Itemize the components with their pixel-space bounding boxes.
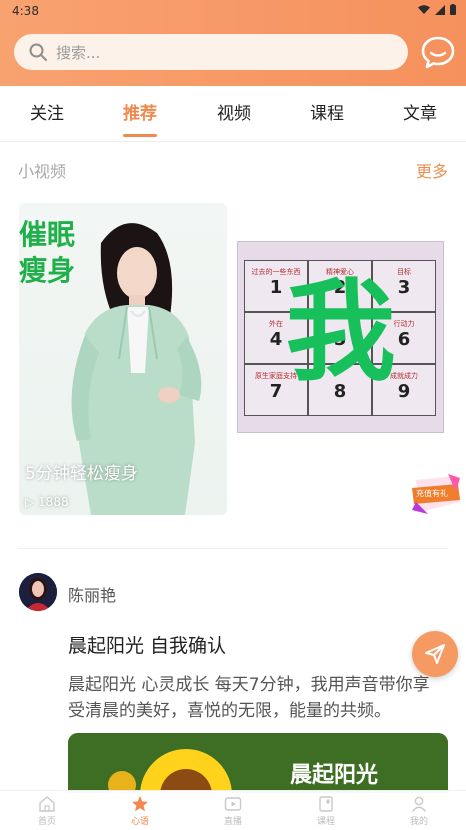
view-count: 1888 (38, 495, 69, 509)
star-icon (132, 796, 148, 812)
bottom-nav: 首页 心语 直播 课程 我的 (0, 790, 466, 830)
tab-bar: 关注 推荐 视频 课程 文章 (0, 86, 466, 142)
search-input[interactable]: 搜索... (14, 34, 408, 70)
tab-follow[interactable]: 关注 (7, 86, 87, 142)
author-name[interactable]: 陈丽艳 (68, 582, 116, 606)
post-image[interactable]: 晨起阳光 (68, 733, 448, 793)
video-caption: 5分钟轻松瘦身 (25, 464, 138, 484)
nav-item-profile[interactable]: 我的 (389, 795, 449, 827)
tab-course[interactable]: 课程 (287, 86, 367, 142)
post-image-text: 晨起阳光 (290, 763, 379, 788)
user-icon (411, 796, 427, 812)
video-views: ▷ 1888 (25, 495, 69, 509)
section-title: 小视频 (18, 162, 67, 181)
nav-item-label: 首页 (37, 817, 56, 827)
nav-item-label: 直播 (223, 817, 242, 827)
search-placeholder: 搜索... (56, 43, 101, 62)
share-button[interactable] (412, 631, 458, 677)
nav-item-live[interactable]: 直播 (203, 795, 263, 827)
wifi-icon (418, 4, 430, 14)
video-overlay-title: 催眠 瘦身 (19, 217, 75, 289)
battery-icon (450, 4, 456, 15)
tab-video[interactable]: 视频 (194, 86, 274, 142)
video-card[interactable]: 催眠 瘦身 5分钟轻松瘦身 ▷ 1888 (19, 203, 227, 515)
avatar[interactable] (19, 573, 57, 611)
more-link[interactable]: 更多 (416, 158, 448, 182)
book-icon (319, 796, 333, 812)
send-icon (425, 644, 445, 664)
video-overlay-line1: 催眠 (19, 218, 76, 251)
nav-item-label: 课程 (316, 817, 335, 827)
message-icon[interactable] (420, 34, 456, 70)
status-bar: 4:38 (0, 0, 466, 22)
nav-item-home[interactable]: 首页 (17, 795, 77, 827)
avatar-image (19, 573, 57, 611)
grid-overlay-character: 我 (285, 268, 396, 396)
video-overlay-line2: 瘦身 (19, 254, 76, 287)
promo-badge[interactable]: 充值有礼 (410, 472, 462, 516)
status-icons (418, 4, 456, 15)
active-tab-indicator (123, 134, 157, 137)
tab-article[interactable]: 文章 (380, 86, 460, 142)
status-time: 4:38 (12, 4, 39, 18)
video-play-icon (224, 797, 242, 811)
video-card[interactable]: 过去的一些东西 1 精神爱心 2 目标 3 外在 4 5 行动力 6 原生家庭支… (237, 241, 444, 433)
play-count-icon: ▷ (25, 495, 39, 509)
nav-item-label: 我的 (409, 817, 428, 827)
post-title[interactable]: 晨起阳光 自我确认 (68, 631, 226, 658)
nav-item-course[interactable]: 课程 (296, 795, 356, 827)
home-icon (39, 796, 55, 812)
section-divider (18, 548, 448, 549)
signal-icon (435, 4, 445, 15)
promo-badge-label: 充值有礼 (416, 489, 448, 498)
post-body: 晨起阳光 心灵成长 每天7分钟，我用声音带你享受清晨的美好，喜悦的无限，能量的共… (68, 675, 430, 721)
sunflower-image (68, 733, 448, 793)
search-icon (29, 43, 47, 61)
nav-item-label: 心语 (130, 817, 149, 827)
nav-item-xinyu[interactable]: 心语 (110, 795, 170, 827)
header-bar: 4:38 搜索... (0, 0, 466, 86)
